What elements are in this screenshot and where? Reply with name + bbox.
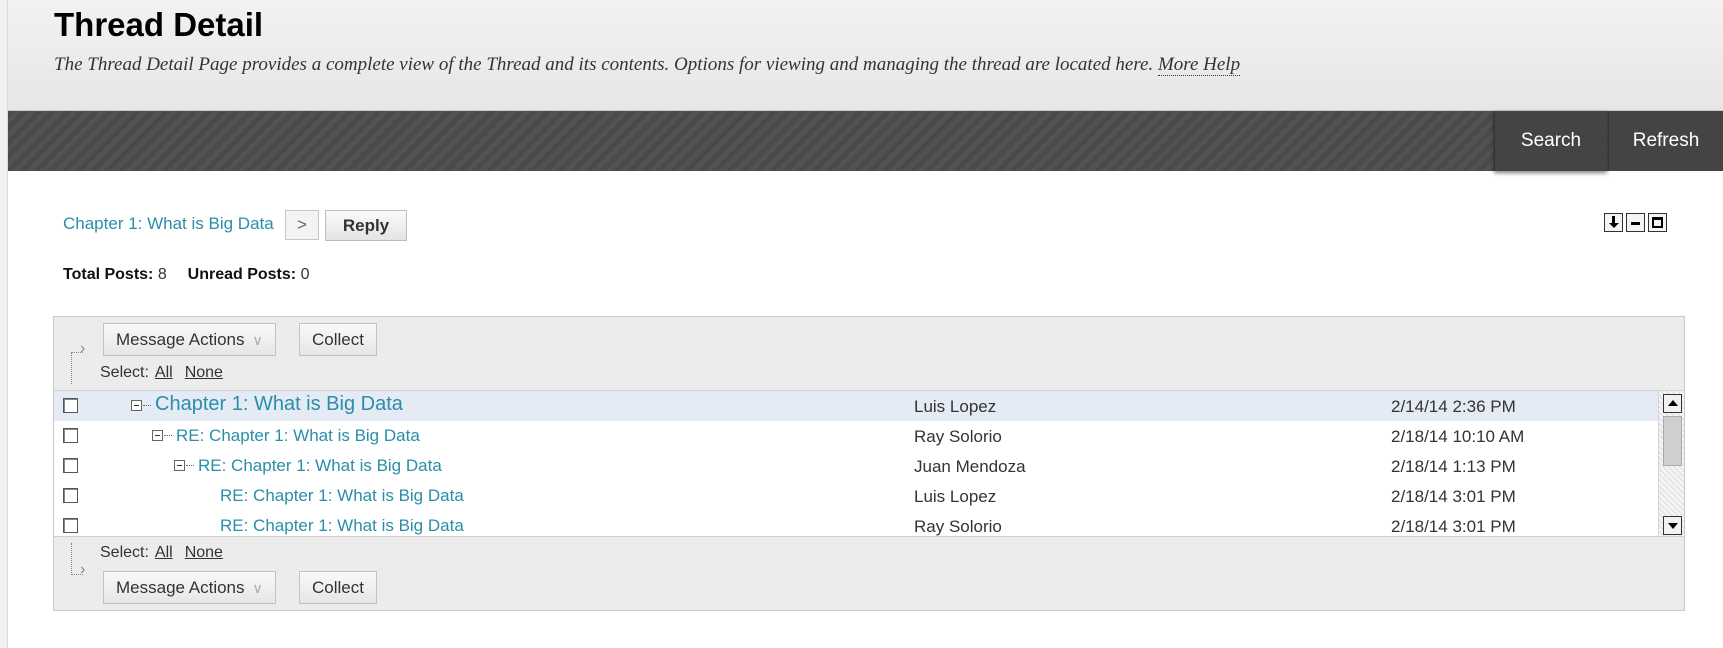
- next-thread-arrow-button[interactable]: >: [285, 210, 319, 240]
- post-subject-link[interactable]: RE: Chapter 1: What is Big Data: [176, 426, 420, 446]
- select-all-link[interactable]: All: [155, 364, 173, 381]
- page-description: The Thread Detail Page provides a comple…: [54, 54, 1241, 76]
- post-subject-link[interactable]: RE: Chapter 1: What is Big Data: [220, 486, 464, 506]
- collapse-minus-icon[interactable]: [152, 430, 163, 441]
- post-checkbox[interactable]: [63, 398, 78, 413]
- total-posts-label: Total Posts:: [63, 266, 154, 283]
- chevron-down-icon: ∨: [252, 580, 263, 596]
- left-frame-edge: [0, 0, 8, 648]
- post-subject-link[interactable]: RE: Chapter 1: What is Big Data: [220, 516, 464, 536]
- post-date: 2/18/14 1:13 PM: [1391, 457, 1516, 476]
- post-author: Ray Solorio: [914, 427, 1002, 446]
- post-checkbox[interactable]: [63, 518, 78, 533]
- message-actions-button-top[interactable]: Message Actions ∨: [103, 323, 276, 356]
- post-date: 2/18/14 3:01 PM: [1391, 517, 1516, 536]
- post-list: Chapter 1: What is Big Data Luis Lopez 2…: [54, 390, 1684, 537]
- select-none-link[interactable]: None: [185, 544, 223, 561]
- post-checkbox[interactable]: [63, 458, 78, 473]
- collapse-minus-icon[interactable]: [131, 400, 142, 411]
- select-all-link[interactable]: All: [155, 544, 173, 561]
- action-bar: Search Refresh: [8, 111, 1723, 171]
- select-row-bottom: Select: All None: [100, 544, 223, 562]
- post-date: 2/14/14 2:36 PM: [1391, 397, 1516, 416]
- select-label: Select:: [100, 364, 149, 381]
- maximize-icon[interactable]: [1648, 213, 1667, 232]
- post-checkbox[interactable]: [63, 488, 78, 503]
- post-checkbox[interactable]: [63, 428, 78, 443]
- download-icon[interactable]: [1604, 213, 1623, 232]
- top-elbow-connector: [71, 340, 85, 384]
- message-actions-label: Message Actions: [116, 330, 245, 349]
- table-row[interactable]: RE: Chapter 1: What is Big Data Juan Men…: [54, 451, 1658, 481]
- scroll-up-icon[interactable]: [1663, 394, 1682, 413]
- post-author: Ray Solorio: [914, 517, 1002, 536]
- table-row[interactable]: RE: Chapter 1: What is Big Data Luis Lop…: [54, 481, 1658, 511]
- table-row[interactable]: RE: Chapter 1: What is Big Data Ray Solo…: [54, 421, 1658, 451]
- unread-posts-label: Unread Posts:: [187, 266, 297, 283]
- scroll-thumb[interactable]: [1663, 416, 1682, 466]
- thread-panel: Message Actions∨ Collect Select:AllNone …: [53, 316, 1685, 611]
- page-description-text: The Thread Detail Page provides a comple…: [54, 54, 1154, 75]
- collect-button-top[interactable]: Collect: [299, 323, 377, 356]
- post-counts: Total Posts: 8 Unread Posts: 0: [63, 266, 309, 284]
- post-subject-link[interactable]: Chapter 1: What is Big Data: [155, 393, 403, 416]
- chevron-down-icon: ∨: [252, 332, 263, 348]
- post-date: 2/18/14 3:01 PM: [1391, 487, 1516, 506]
- thread-breadcrumb-link[interactable]: Chapter 1: What is Big Data: [63, 214, 274, 234]
- view-controls: [1604, 213, 1667, 232]
- tree-connector: [186, 465, 194, 466]
- tree-connector: [143, 405, 151, 406]
- minimize-icon[interactable]: [1626, 213, 1645, 232]
- bottom-elbow-connector: [71, 543, 85, 579]
- post-list-scrollbar[interactable]: [1658, 391, 1684, 536]
- post-subject-link[interactable]: RE: Chapter 1: What is Big Data: [198, 456, 442, 476]
- post-author: Luis Lopez: [914, 487, 997, 506]
- table-row[interactable]: Chapter 1: What is Big Data Luis Lopez 2…: [54, 391, 1658, 421]
- page-header: Thread Detail The Thread Detail Page pro…: [8, 0, 1723, 111]
- table-row[interactable]: RE: Chapter 1: What is Big Data Ray Solo…: [54, 511, 1658, 536]
- total-posts-value: 8: [157, 266, 167, 283]
- collapse-minus-icon[interactable]: [174, 460, 185, 471]
- more-help-link[interactable]: More Help: [1157, 54, 1241, 76]
- select-row-top: Select: All None: [100, 364, 223, 382]
- select-label: Select:: [100, 544, 149, 561]
- message-actions-button-bottom[interactable]: Message Actions ∨: [103, 571, 276, 604]
- chevron-right-icon: >: [297, 215, 307, 234]
- post-date: 2/18/14 10:10 AM: [1391, 427, 1525, 446]
- unread-posts-value: 0: [300, 266, 310, 283]
- message-actions-label: Message Actions: [116, 578, 245, 597]
- tree-connector: [164, 435, 172, 436]
- post-author: Juan Mendoza: [914, 457, 1026, 476]
- collect-button-bottom[interactable]: Collect: [299, 571, 377, 604]
- scroll-down-icon[interactable]: [1663, 516, 1682, 535]
- post-author: Luis Lopez: [914, 397, 997, 416]
- reply-button[interactable]: Reply: [325, 210, 407, 241]
- search-button[interactable]: Search: [1494, 111, 1607, 171]
- page-title: Thread Detail: [54, 6, 264, 43]
- refresh-button[interactable]: Refresh: [1608, 111, 1723, 171]
- select-none-link[interactable]: None: [185, 364, 223, 381]
